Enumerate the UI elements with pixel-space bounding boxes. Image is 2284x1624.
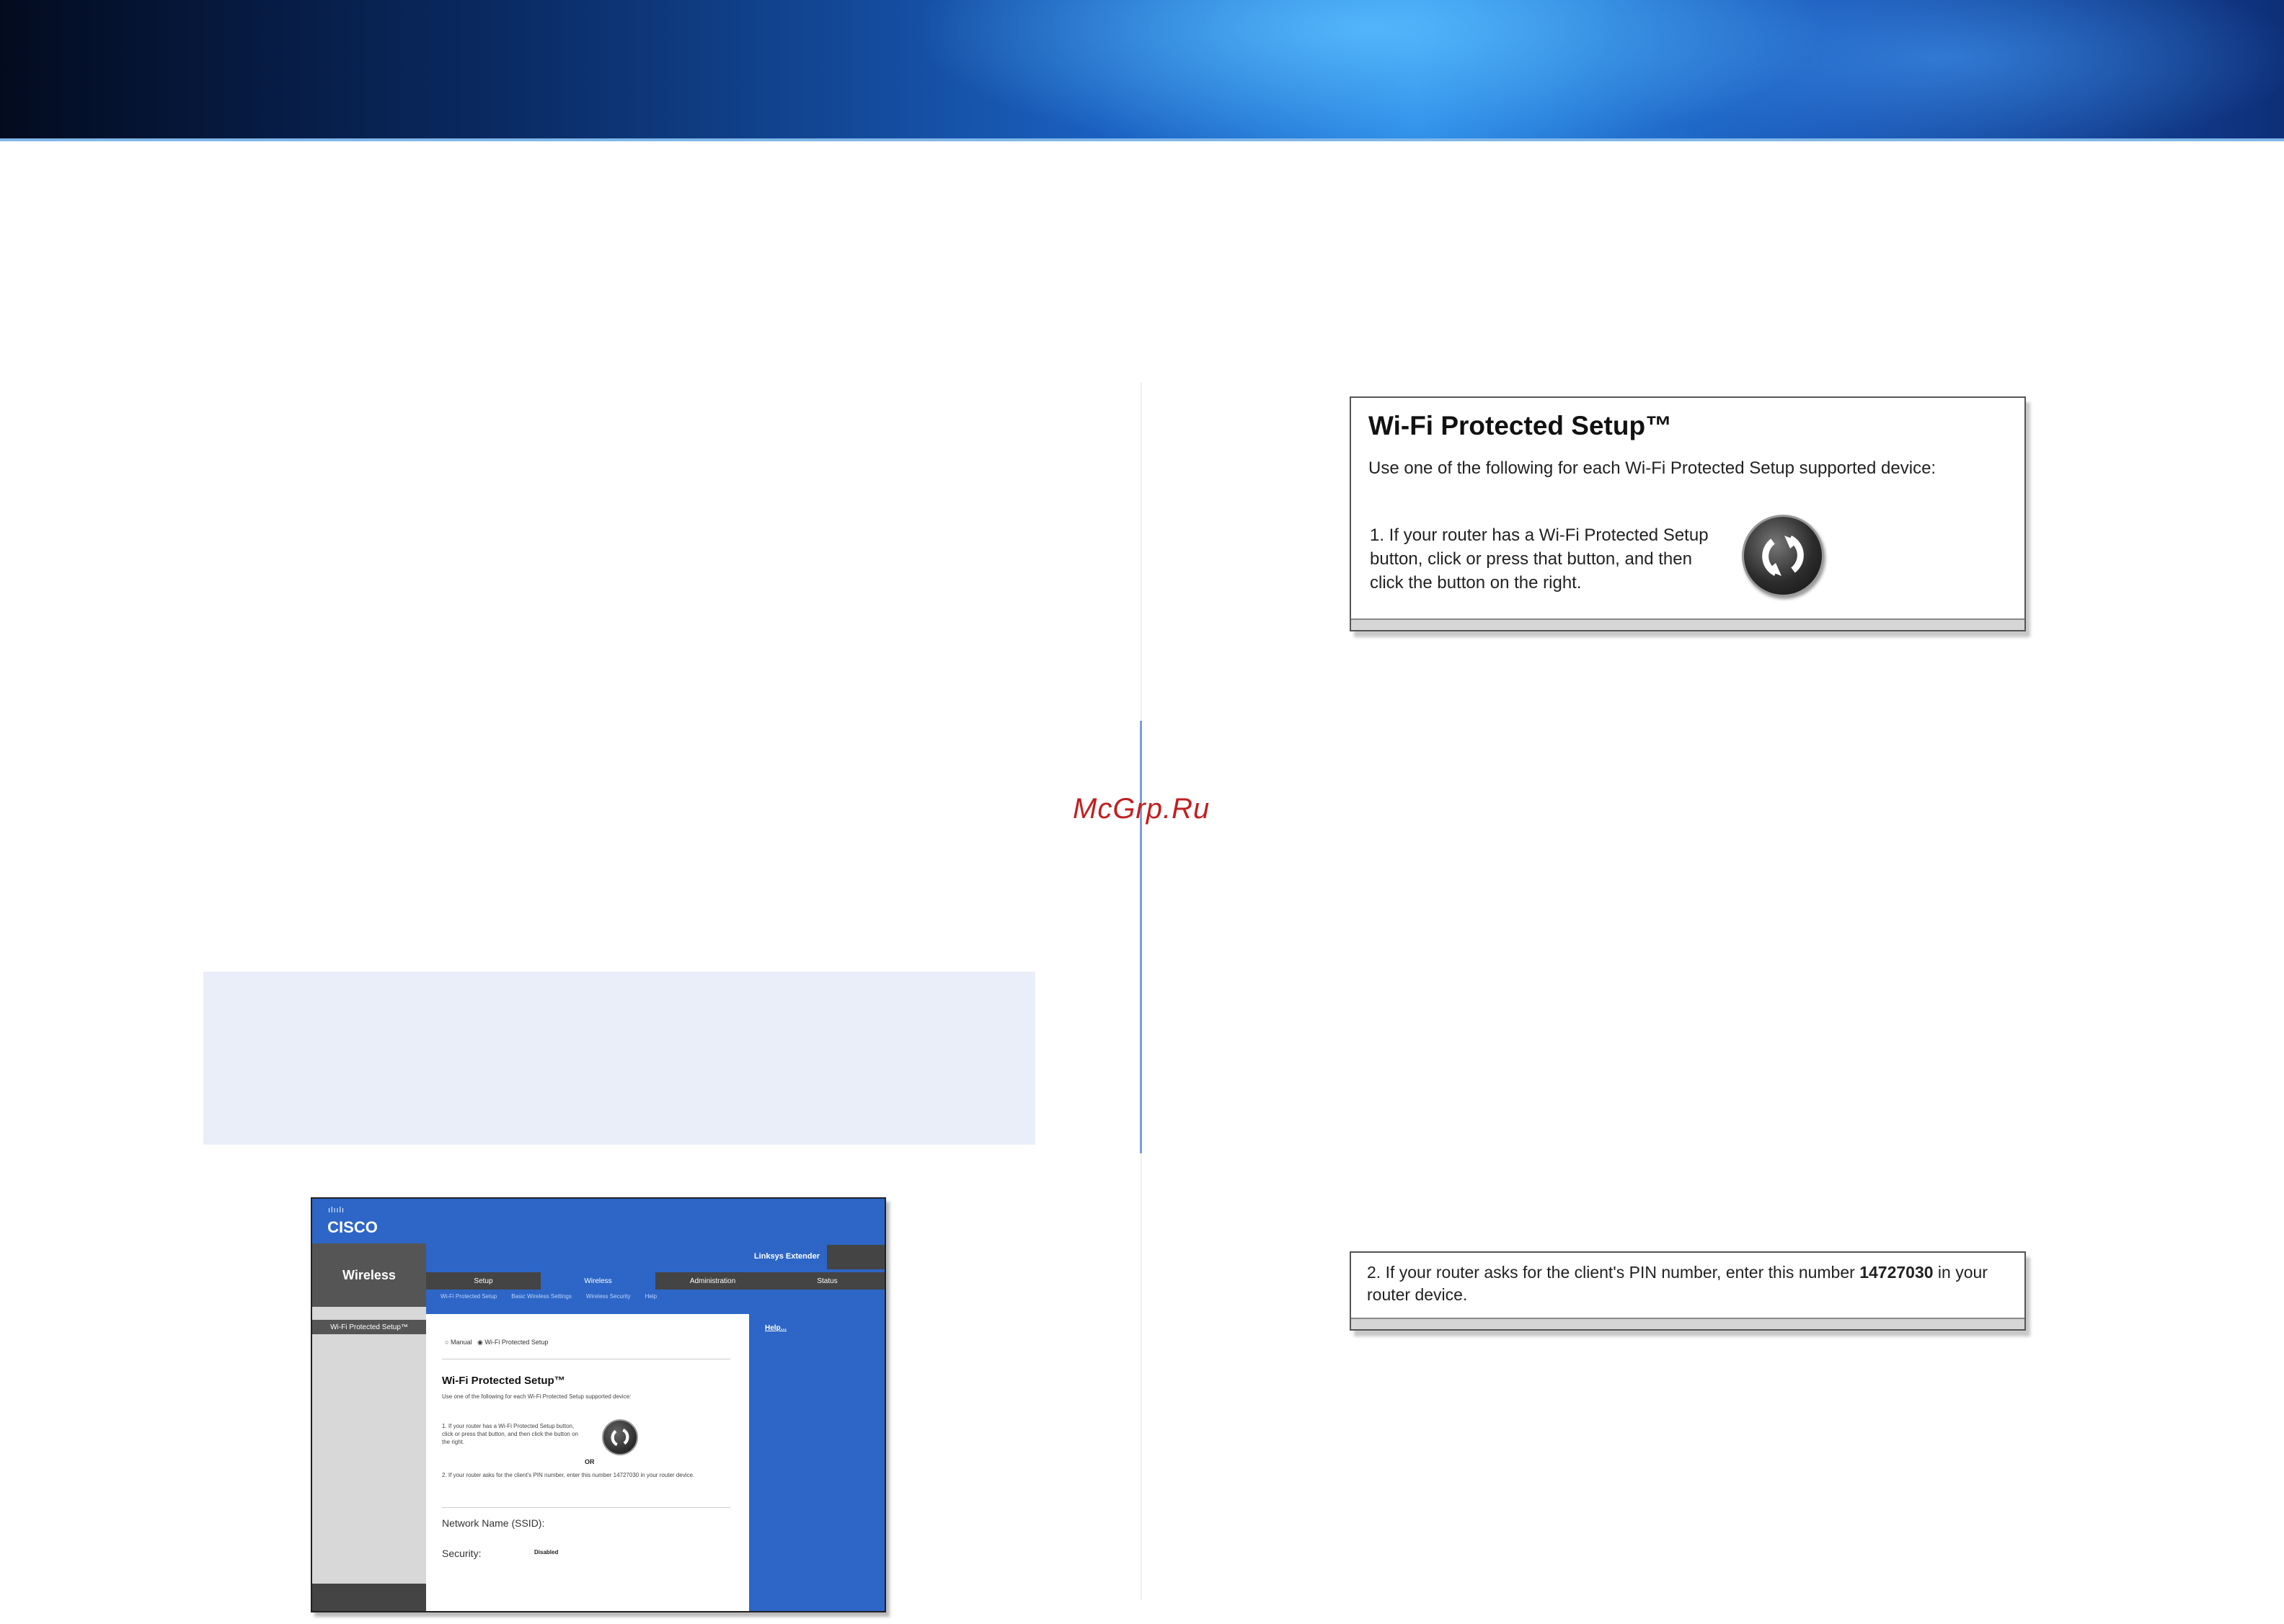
cisco-logo-bars: ılıılı [328,1206,345,1215]
or-label: OR [585,1458,595,1465]
screenshot-step2: 2. If your router asks for the client's … [442,1472,695,1478]
subtab-help[interactable]: Help [645,1293,657,1300]
pin-number: 14727030 [1859,1263,1934,1282]
watermark-text: McGrp.Ru [1073,793,1210,825]
screenshot-step1: 1. If your router has a Wi-Fi Protected … [442,1423,578,1445]
help-link[interactable]: Help... [765,1324,787,1332]
content-pane: ○ Manual ◉ Wi-Fi Protected Setup Wi-Fi P… [426,1314,749,1611]
tab-setup[interactable]: Setup [426,1272,541,1290]
wps-panel: Wi-Fi Protected Setup™ Use one of the fo… [1350,396,2026,631]
screenshot-intro: Use one of the following for each Wi-Fi … [442,1393,632,1400]
help-column: Help... [749,1314,885,1611]
wps-panel-step1: 1. If your router has a Wi-Fi Protected … [1370,525,1709,593]
subtab-wps[interactable]: Wi-Fi Protected Setup [441,1293,497,1300]
network-name-label: Network Name (SSID): [442,1517,545,1529]
radio-wps-label: Wi-Fi Protected Setup [484,1339,549,1346]
section-label: Wireless [312,1243,426,1307]
main-tabs: Setup Wireless Administration Status [426,1272,885,1290]
wps-panel-intro: Use one of the following for each Wi-Fi … [1368,458,1936,478]
divider [442,1507,730,1508]
wps-panel-title: Wi-Fi Protected Setup™ [1368,411,1673,440]
pin-panel-text: 2. If your router asks for the client's … [1367,1261,2016,1306]
panel-footer [1351,1318,2024,1329]
pin-panel: 2. If your router asks for the client's … [1350,1251,2026,1331]
header-underline [0,138,2284,141]
tab-administration[interactable]: Administration [655,1272,770,1290]
mode-radios: ○ Manual ◉ Wi-Fi Protected Setup [445,1339,548,1346]
pin-text-before: 2. If your router asks for the client's … [1367,1263,1860,1282]
security-value: Disabled [534,1549,559,1556]
router-ui-screenshot: ılıılı CISCO Wireless Wi-Fi Protected Se… [311,1197,886,1612]
security-label: Security: [442,1548,482,1559]
model-badge [827,1245,885,1269]
note-box [203,972,1035,1145]
bottom-bar [312,1584,426,1611]
wps-icon[interactable] [1742,515,1824,597]
header-banner [0,0,2284,138]
radio-manual-label: Manual [450,1339,472,1346]
subnav-item[interactable]: Wi-Fi Protected Setup™ [312,1320,426,1334]
screenshot-title: Wi-Fi Protected Setup™ [442,1375,565,1387]
tab-status[interactable]: Status [770,1272,885,1290]
product-name: Linksys Extender [753,1252,820,1261]
radio-wps-icon[interactable]: ◉ [477,1339,483,1346]
sub-tabs: Wi-Fi Protected Setup Basic Wireless Set… [426,1290,885,1303]
wps-icon[interactable] [602,1419,638,1455]
radio-manual-icon[interactable]: ○ [445,1339,448,1346]
subtab-security[interactable]: Wireless Security [586,1293,631,1300]
column-divider-accent [1140,721,1142,1153]
tab-wireless[interactable]: Wireless [541,1272,655,1290]
cisco-logo: CISCO [327,1218,378,1236]
panel-footer [1351,618,2024,630]
subtab-basic[interactable]: Basic Wireless Settings [511,1293,572,1300]
